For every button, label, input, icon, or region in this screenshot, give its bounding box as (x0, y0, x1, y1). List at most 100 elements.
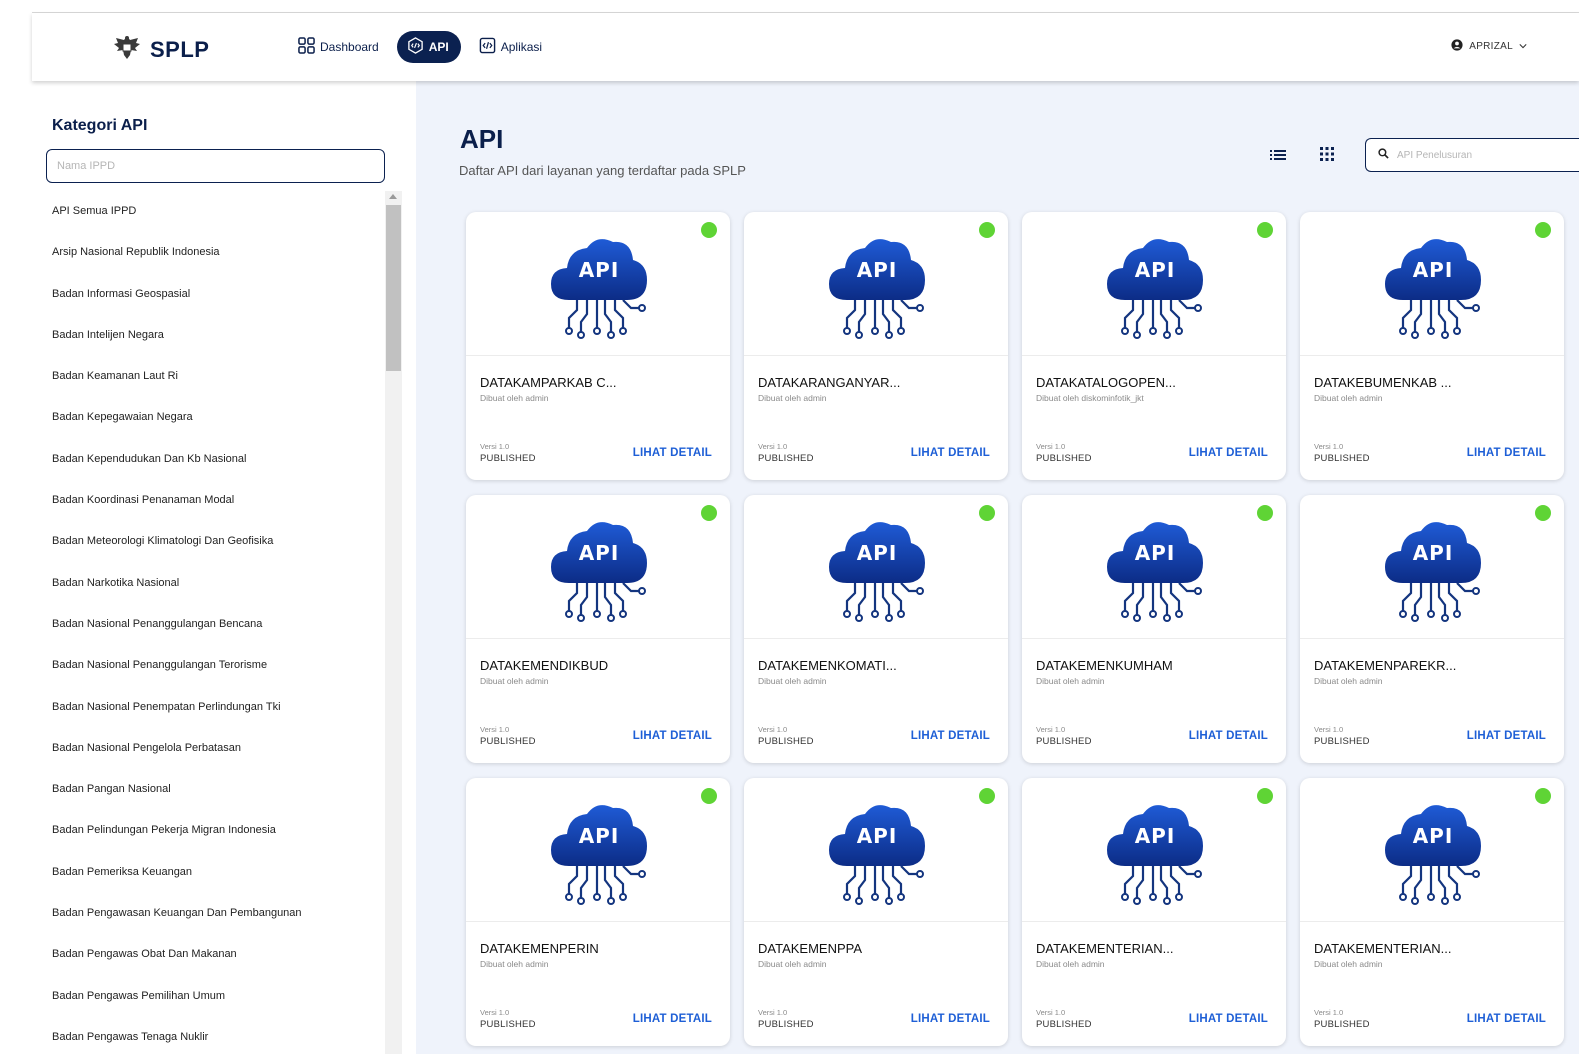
view-detail-button[interactable]: LIHAT DETAIL (1189, 1013, 1268, 1025)
sidebar-category-item[interactable]: Badan Kepegawaian Negara (32, 397, 382, 438)
api-card-image: API (1300, 212, 1564, 356)
sidebar-category-item[interactable]: Badan Nasional Pengelola Perbatasan (32, 728, 382, 769)
api-cloud-icon: API (547, 232, 651, 340)
api-creator: Dibuat oleh admin (1314, 393, 1383, 403)
api-cloud-icon: API (547, 515, 651, 623)
sidebar-category-item[interactable]: Badan Koordinasi Penanaman Modal (32, 480, 382, 521)
api-cloud-label: API (1412, 541, 1454, 565)
api-card[interactable]: API DATAKEBUMENKAB ... Dibuat oleh admin Ve… (1300, 212, 1564, 480)
api-card[interactable]: API DATAKEMENKOMATI... Dibuat oleh admin Ve… (744, 495, 1008, 763)
sidebar-category-item[interactable]: Badan Nasional Penempatan Perlindungan T… (32, 687, 382, 728)
view-detail-button[interactable]: LIHAT DETAIL (633, 447, 712, 459)
top-header: SPLP Dashboard API Aplikasi APRIZAL (32, 13, 1579, 81)
api-creator: Dibuat oleh admin (480, 959, 549, 969)
sidebar-category-item[interactable]: Badan Kependudukan Dan Kb Nasional (32, 439, 382, 480)
api-name: DATAKEMENPAREKR... (1314, 658, 1457, 673)
sidebar-category-item[interactable]: Badan Pengawas Pemilihan Umum (32, 976, 382, 1017)
code-file-icon (479, 37, 496, 57)
sidebar-category-item[interactable]: Badan Pengawasan Keuangan Dan Pembanguna… (32, 893, 382, 934)
api-cloud-icon: API (1381, 232, 1485, 340)
api-search-input[interactable] (1397, 149, 1557, 161)
brand-name: SPLP (150, 36, 210, 62)
api-cloud-label: API (1134, 258, 1176, 282)
api-card[interactable]: API DATAKAMPARKAB C... Dibuat oleh admin Ve… (466, 212, 730, 480)
api-card[interactable]: API DATAKARANGANYAR... Dibuat oleh admin Ve… (744, 212, 1008, 480)
api-card[interactable]: API DATAKEMENPERIN Dibuat oleh admin Versi … (466, 778, 730, 1046)
user-menu[interactable]: APRIZAL (1451, 39, 1527, 54)
status-indicator (979, 505, 995, 521)
view-detail-button[interactable]: LIHAT DETAIL (911, 730, 990, 742)
api-card-image: API (466, 212, 730, 356)
main-content: API Daftar API dari layanan yang terdaft… (416, 81, 1579, 1054)
sidebar-category-item[interactable]: Badan Intelijen Negara (32, 315, 382, 356)
view-detail-button[interactable]: LIHAT DETAIL (911, 1013, 990, 1025)
logo[interactable]: SPLP (112, 33, 209, 66)
api-name: DATAKEMENPERIN (480, 941, 599, 956)
sidebar-category-item[interactable]: Badan Keamanan Laut Ri (32, 356, 382, 397)
scroll-up-arrow-icon[interactable] (389, 194, 397, 199)
sidebar-category-item[interactable]: Badan Pengawas Tenaga Nuklir (32, 1017, 382, 1054)
nav-dashboard[interactable]: Dashboard (290, 31, 387, 63)
sidebar-category-item[interactable]: Badan Narkotika Nasional (32, 563, 382, 604)
list-view-icon[interactable] (1268, 146, 1288, 164)
sidebar-category-item[interactable]: Badan Pengawas Obat Dan Makanan (32, 934, 382, 975)
api-creator: Dibuat oleh admin (480, 676, 549, 686)
status-indicator (1535, 788, 1551, 804)
api-cloud-icon: API (1103, 232, 1207, 340)
view-detail-button[interactable]: LIHAT DETAIL (633, 1013, 712, 1025)
nav-aplikasi[interactable]: Aplikasi (471, 31, 550, 63)
view-detail-button[interactable]: LIHAT DETAIL (1189, 730, 1268, 742)
sidebar-category-item[interactable]: Badan Informasi Geospasial (32, 274, 382, 315)
sidebar-category-item[interactable]: Arsip Nasional Republik Indonesia (32, 232, 382, 273)
api-status: PUBLISHED (1036, 1019, 1092, 1030)
api-status: PUBLISHED (758, 1019, 814, 1030)
grid-view-icon[interactable] (1317, 145, 1337, 163)
sidebar-category-item[interactable]: Badan Pelindungan Pekerja Migran Indones… (32, 810, 382, 851)
api-card[interactable]: API DATAKEMENPAREKR... Dibuat oleh admin Ve… (1300, 495, 1564, 763)
api-version: Versi 1.0 (1314, 1008, 1344, 1017)
sidebar-category-item[interactable]: Badan Pemeriksa Keuangan (32, 852, 382, 893)
api-card-image: API (466, 495, 730, 639)
api-cloud-icon: API (825, 798, 929, 906)
garuda-emblem-icon (112, 33, 142, 66)
api-version: Versi 1.0 (758, 442, 788, 451)
view-detail-button[interactable]: LIHAT DETAIL (911, 447, 990, 459)
nav-api[interactable]: API (396, 31, 461, 63)
view-detail-button[interactable]: LIHAT DETAIL (1189, 447, 1268, 459)
sidebar-category-item[interactable]: Badan Nasional Penanggulangan Terorisme (32, 645, 382, 686)
sidebar-category-item[interactable]: API Semua IPPD (32, 191, 382, 232)
sidebar-scrollbar[interactable] (385, 191, 402, 1054)
category-sidebar: Kategori API API Semua IPPDArsip Nasiona… (32, 81, 416, 1054)
view-detail-button[interactable]: LIHAT DETAIL (1467, 730, 1546, 742)
api-cloud-icon: API (547, 798, 651, 906)
status-indicator (1535, 222, 1551, 238)
api-creator: Dibuat oleh admin (758, 959, 827, 969)
scrollbar-thumb[interactable] (386, 205, 401, 371)
api-card[interactable]: API DATAKEMENKUMHAM Dibuat oleh admin Versi… (1022, 495, 1286, 763)
api-card[interactable]: API DATAKEMENDIKBUD Dibuat oleh admin Versi… (466, 495, 730, 763)
view-detail-button[interactable]: LIHAT DETAIL (1467, 447, 1546, 459)
api-card-image: API (1022, 212, 1286, 356)
page-title: API (460, 124, 504, 154)
sidebar-category-item[interactable]: Badan Nasional Penanggulangan Bencana (32, 604, 382, 645)
api-name: DATAKARANGANYAR... (758, 375, 901, 390)
api-card[interactable]: API DATAKEMENTERIAN... Dibuat oleh admin Ve… (1022, 778, 1286, 1046)
view-detail-button[interactable]: LIHAT DETAIL (633, 730, 712, 742)
api-cloud-label: API (856, 541, 898, 565)
view-detail-button[interactable]: LIHAT DETAIL (1467, 1013, 1546, 1025)
api-status: PUBLISHED (1314, 453, 1370, 464)
api-name: DATAKATALOGOPEN... (1036, 375, 1176, 390)
api-search-box[interactable] (1365, 138, 1579, 172)
api-cloud-icon: API (1103, 798, 1207, 906)
api-creator: Dibuat oleh admin (1036, 959, 1105, 969)
ippd-search-input[interactable] (46, 149, 385, 183)
api-status: PUBLISHED (1036, 453, 1092, 464)
nav-api-label: API (428, 40, 449, 54)
api-card[interactable]: API DATAKATALOGOPEN... Dibuat oleh diskomi… (1022, 212, 1286, 480)
api-card[interactable]: API DATAKEMENPPA Dibuat oleh admin Versi 1.… (744, 778, 1008, 1046)
api-card[interactable]: API DATAKEMENTERIAN... Dibuat oleh admin Ve… (1300, 778, 1564, 1046)
sidebar-category-item[interactable]: Badan Meteorologi Klimatologi Dan Geofis… (32, 521, 382, 562)
sidebar-category-item[interactable]: Badan Pangan Nasional (32, 769, 382, 810)
sidebar-title: Kategori API (52, 117, 148, 134)
api-name: DATAKEMENTERIAN... (1314, 941, 1452, 956)
